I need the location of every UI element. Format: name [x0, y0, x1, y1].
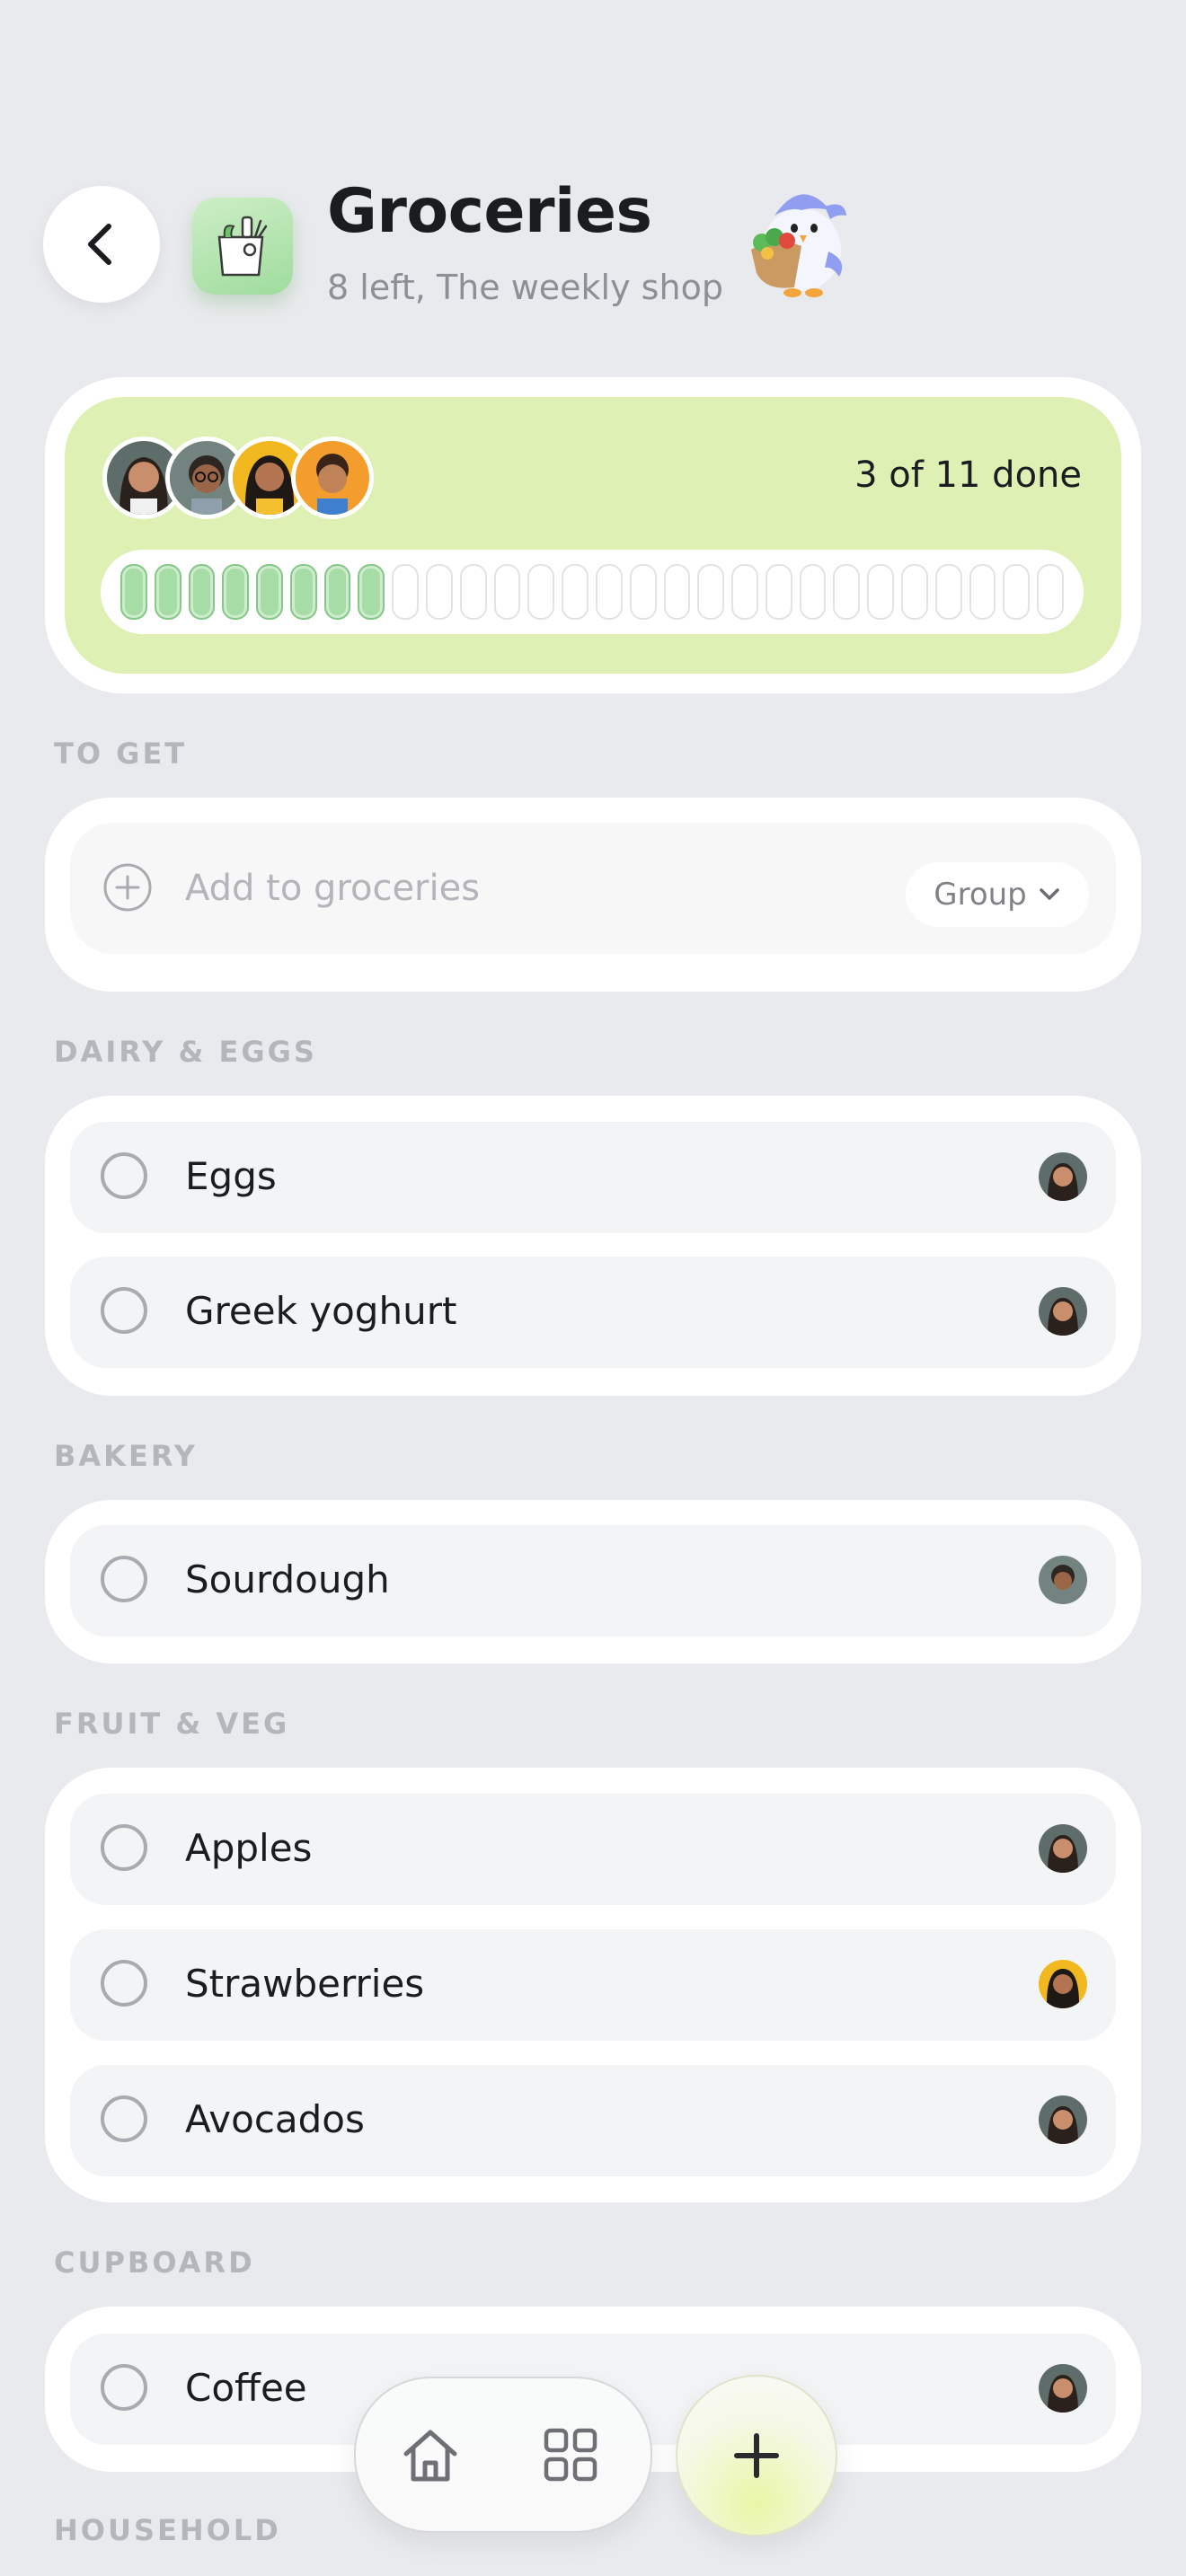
section-label-bakery: BAKERY — [54, 1439, 198, 1473]
item-label: Apples — [185, 1826, 313, 1870]
assignee-avatar — [1039, 1152, 1087, 1201]
section-label-cupboard: CUPBOARD — [54, 2245, 255, 2280]
item-checkbox[interactable] — [101, 1287, 147, 1334]
progress-segment — [934, 564, 962, 620]
progress-segment — [392, 564, 420, 620]
group-dropdown[interactable]: Group — [906, 862, 1089, 927]
grid-icon[interactable] — [541, 2425, 600, 2484]
progress-segment — [969, 564, 996, 620]
plus-circle-icon[interactable] — [102, 862, 153, 913]
item-label: Sourdough — [185, 1557, 390, 1601]
group-dropdown-label: Group — [934, 877, 1027, 913]
progress-done-text: 3 of 11 done — [854, 454, 1082, 496]
assignee-avatar — [1039, 2095, 1087, 2144]
item-label: Coffee — [185, 2366, 307, 2410]
chevron-left-icon — [88, 224, 111, 265]
list-item[interactable]: Sourdough — [70, 1525, 1116, 1636]
progress-segment — [358, 564, 385, 620]
assignee-avatar — [1039, 1556, 1087, 1604]
add-item-row[interactable]: Add to groceries Group — [70, 823, 1116, 954]
progress-segment — [595, 564, 623, 620]
assignee-avatar — [1039, 2364, 1087, 2413]
grocery-bag-icon — [192, 198, 293, 295]
progress-segment — [867, 564, 894, 620]
avatar — [291, 437, 374, 519]
assignee-avatar — [1039, 1824, 1087, 1873]
item-label: Avocados — [185, 2097, 365, 2141]
progress-segment — [562, 564, 589, 620]
progress-segment — [799, 564, 827, 620]
back-button[interactable] — [43, 186, 160, 303]
add-button[interactable] — [676, 2375, 837, 2536]
assignee-avatar — [1039, 1287, 1087, 1336]
item-checkbox[interactable] — [101, 1152, 147, 1199]
page-subtitle: 8 left, The weekly shop — [327, 268, 723, 307]
item-checkbox[interactable] — [101, 1960, 147, 2007]
progress-segment — [188, 564, 216, 620]
item-checkbox[interactable] — [101, 2364, 147, 2411]
progress-segment — [459, 564, 487, 620]
item-checkbox[interactable] — [101, 1824, 147, 1871]
item-checkbox[interactable] — [101, 1556, 147, 1602]
progress-segment — [527, 564, 555, 620]
chevron-down-icon — [1040, 888, 1059, 900]
member-avatars[interactable] — [102, 437, 374, 519]
progress-segment — [833, 564, 861, 620]
item-checkbox[interactable] — [101, 2095, 147, 2142]
item-label: Strawberries — [185, 1962, 425, 2006]
item-label: Eggs — [185, 1154, 277, 1198]
list-item[interactable]: Greek yoghurt — [70, 1257, 1116, 1368]
assignee-avatar — [1039, 1960, 1087, 2008]
progress-segment — [900, 564, 928, 620]
progress-segment — [323, 564, 351, 620]
list-item[interactable]: Eggs — [70, 1122, 1116, 1233]
plus-icon — [734, 2433, 779, 2478]
list-item[interactable]: Apples — [70, 1794, 1116, 1905]
page-title: Groceries — [327, 176, 652, 247]
section-label-household: HOUSEHOLD — [54, 2513, 281, 2547]
progress-segment — [154, 564, 181, 620]
progress-segment — [493, 564, 521, 620]
item-label: Greek yoghurt — [185, 1289, 457, 1333]
progress-segment — [697, 564, 725, 620]
progress-segment — [256, 564, 283, 620]
progress-segment — [426, 564, 453, 620]
section-label-to-get: TO GET — [54, 737, 188, 771]
progress-segment — [731, 564, 758, 620]
list-item[interactable]: Avocados — [70, 2065, 1116, 2176]
home-icon[interactable] — [399, 2423, 462, 2486]
progress-segment — [663, 564, 691, 620]
progress-bar — [101, 550, 1084, 634]
progress-segment — [1003, 564, 1031, 620]
section-label-dairy-eggs: DAIRY & EGGS — [54, 1035, 317, 1069]
section-label-fruit-veg: FRUIT & VEG — [54, 1707, 290, 1741]
bird-mascot-icon — [739, 180, 855, 301]
list-item[interactable]: Strawberries — [70, 1929, 1116, 2041]
progress-segment — [222, 564, 250, 620]
progress-segment — [120, 564, 147, 620]
progress-segment — [629, 564, 657, 620]
progress-segment — [289, 564, 317, 620]
progress-segment — [1037, 564, 1064, 620]
progress-segment — [765, 564, 792, 620]
add-item-input[interactable]: Add to groceries — [185, 868, 480, 909]
bottom-nav — [354, 2377, 652, 2533]
